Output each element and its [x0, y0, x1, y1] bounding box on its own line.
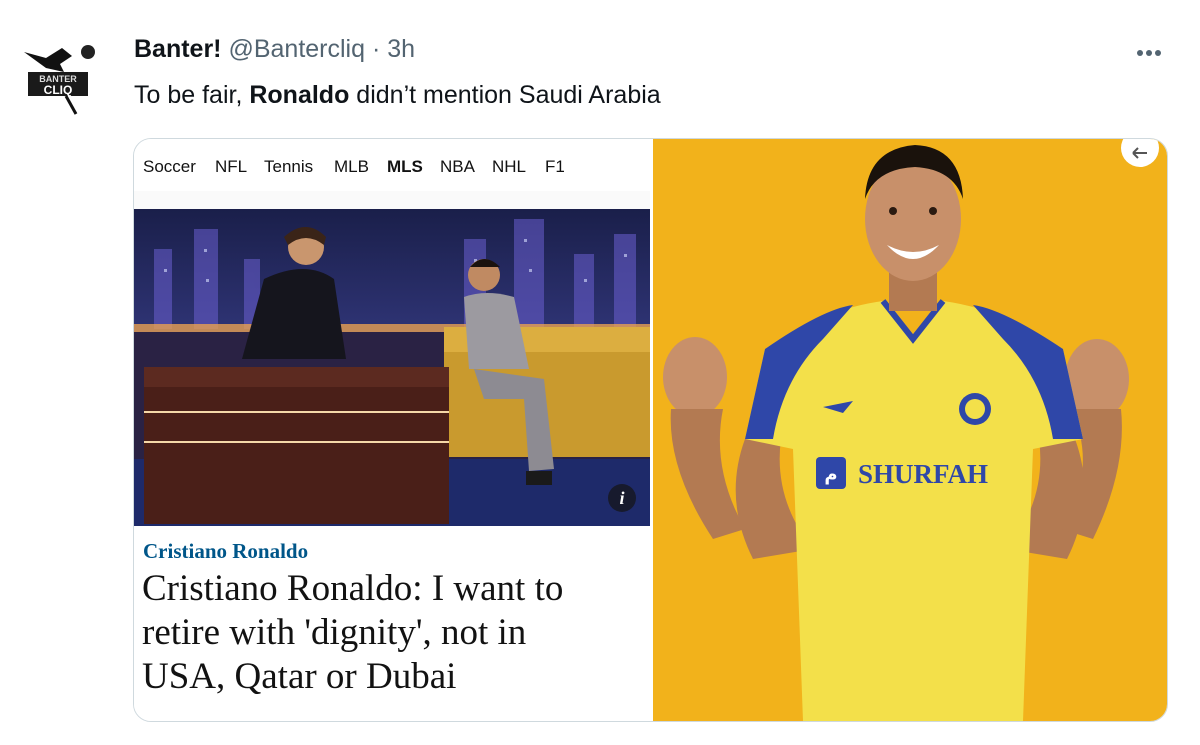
more-horizontal-icon[interactable] — [1136, 40, 1162, 60]
tweet-header: Banter! @Bantercliq · 3h — [134, 34, 415, 64]
author-name[interactable]: Banter! — [134, 35, 222, 63]
tweet-text-start: To be fair, — [134, 81, 250, 109]
nav-nhl: NHL — [492, 157, 527, 176]
back-arrow-icon — [1121, 139, 1159, 167]
ronaldo-photo[interactable]: م SHURFAH — [653, 139, 1167, 721]
headline-line-1: Cristiano Ronaldo: I want to — [142, 568, 564, 609]
tv-studio-photo: i — [134, 209, 650, 526]
headline-line-2: retire with 'dignity', not in — [142, 612, 527, 653]
article-screenshot[interactable]: Soccer NFL Tennis MLB MLS NBA NHL F1 i C… — [134, 139, 650, 721]
sponsor-logo: م — [824, 464, 837, 485]
nav-nba: NBA — [440, 157, 475, 176]
info-icon: i — [608, 484, 636, 512]
nav-mlb: MLB — [334, 157, 369, 176]
tweet-text-end: didn’t mention Saudi Arabia — [349, 81, 661, 109]
headline-line-3: USA, Qatar or Dubai — [142, 656, 457, 697]
tweet-text-bold: Ronaldo — [249, 81, 350, 109]
article-kicker: Cristiano Ronaldo — [143, 539, 309, 563]
nav-f1: F1 — [545, 157, 565, 176]
nav-soccer: Soccer — [143, 157, 196, 176]
nav-tennis: Tennis — [264, 157, 314, 176]
author-handle[interactable]: @Bantercliq — [228, 35, 365, 63]
nav-mls: MLS — [387, 157, 423, 176]
article-headline: Cristiano Ronaldo: I want to retire with… — [142, 567, 642, 699]
nav-stripe — [134, 191, 650, 210]
tweet-text: To be fair, Ronaldo didn’t mention Saudi… — [134, 80, 661, 110]
nav-nfl: NFL — [215, 157, 248, 176]
avatar[interactable]: BANTER CLIQ — [16, 38, 100, 116]
tweet-media[interactable]: Soccer NFL Tennis MLB MLS NBA NHL F1 i C… — [133, 138, 1168, 722]
sport-nav: Soccer NFL Tennis MLB MLS NBA NHL F1 — [134, 139, 650, 192]
avatar-line-2: CLIQ — [44, 83, 73, 97]
time-separator: · — [371, 35, 381, 63]
tweet-time[interactable]: 3h — [387, 35, 415, 63]
shirt-sponsor: SHURFAH — [858, 459, 988, 489]
